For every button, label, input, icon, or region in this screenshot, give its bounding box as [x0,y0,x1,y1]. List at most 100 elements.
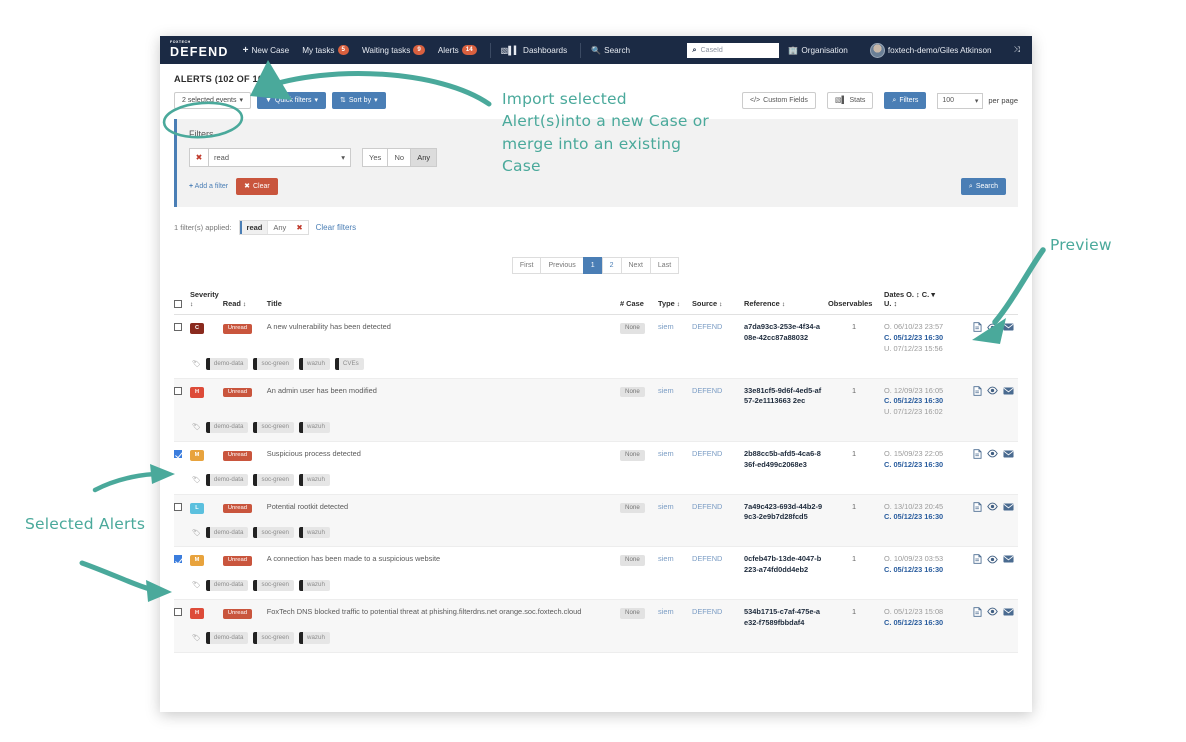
sort-by-button[interactable]: ⇅ Sort by ▾ [332,92,386,109]
row-actions[interactable] [968,378,1018,420]
table-row[interactable]: CUnreadA new vulnerability has been dete… [174,315,1018,357]
row-title[interactable]: Suspicious process detected [267,441,620,472]
table-row[interactable]: MUnreadSuspicious process detectedNonesi… [174,441,1018,472]
th-dates[interactable]: Dates O. ↕ C. ▾ U. ↕ [884,290,968,315]
th-read[interactable]: Read ↕ [223,290,267,315]
th-source[interactable]: Source ↕ [692,290,744,315]
row-title[interactable]: An admin user has been modified [267,378,620,420]
custom-fields-button[interactable]: </> Custom Fields [742,92,816,109]
row-title[interactable]: A connection has been made to a suspicio… [267,547,620,578]
row-actions[interactable] [968,315,1018,357]
row-select-cell[interactable] [174,547,190,578]
th-type[interactable]: Type ↕ [658,290,692,315]
table-row[interactable]: HUnreadFoxTech DNS blocked traffic to po… [174,599,1018,630]
row-select-cell[interactable] [174,378,190,420]
stats-button[interactable]: ▧▌ Stats [827,92,874,109]
select-all-checkbox[interactable] [174,300,182,308]
tag[interactable]: demo-data [206,358,249,369]
row-select-cell[interactable] [174,599,190,630]
selected-events-dropdown[interactable]: 2 selected events ▾ [174,92,251,109]
tag[interactable]: wazuh [299,632,330,643]
remove-applied-filter-icon[interactable]: ✖ [291,221,307,234]
filters-button[interactable]: ⌕ Filters [884,92,926,109]
tag[interactable]: soc-green [253,358,294,369]
row-actions[interactable] [968,547,1018,578]
filter-field-select[interactable]: read ▾ [209,148,351,167]
clear-filters-link[interactable]: Clear filters [316,223,356,232]
row-source[interactable]: DEFEND [692,547,744,578]
row-type[interactable]: siem [658,599,692,630]
table-row[interactable]: MUnreadA connection has been made to a s… [174,547,1018,578]
filter-option-any[interactable]: Any [410,148,437,167]
row-checkbox[interactable] [174,450,182,458]
nav-user-menu[interactable]: foxtech-demo/Giles Atkinson [870,43,992,58]
tag[interactable]: wazuh [299,474,330,485]
brand-logo[interactable]: FOXTECH DEFEND [168,41,229,58]
row-source[interactable]: DEFEND [692,599,744,630]
nav-search[interactable]: 🔍 Search [591,46,630,55]
add-filter-button[interactable]: + Add a filter [189,183,228,190]
tag[interactable]: soc-green [253,422,294,433]
row-type[interactable]: siem [658,315,692,357]
clear-button[interactable]: ✖ Clear [236,178,278,195]
per-page-select[interactable]: 100 ▾ [937,93,983,109]
row-checkbox[interactable] [174,555,182,563]
row-type[interactable]: siem [658,494,692,525]
row-checkbox[interactable] [174,387,182,395]
row-actions[interactable] [968,599,1018,630]
nav-new-case[interactable]: + New Case [243,45,290,56]
filter-option-yes[interactable]: Yes [362,148,388,167]
row-actions[interactable] [968,494,1018,525]
th-severity[interactable]: Severity ↕ [190,290,223,315]
row-title[interactable]: A new vulnerability has been detected [267,315,620,357]
row-type[interactable]: siem [658,378,692,420]
row-select-cell[interactable] [174,494,190,525]
row-source[interactable]: DEFEND [692,441,744,472]
switch-organisation-icon[interactable]: ⤨ [1014,45,1020,55]
table-row[interactable]: LUnreadPotential rootkit detectedNonesie… [174,494,1018,525]
row-title[interactable]: Potential rootkit detected [267,494,620,525]
nav-my-tasks[interactable]: My tasks 5 [302,45,349,54]
row-select-cell[interactable] [174,441,190,472]
remove-filter-button[interactable]: ✖ [189,148,209,167]
nav-dashboards[interactable]: ▧▌▍ Dashboards [501,46,568,55]
row-select-cell[interactable] [174,315,190,357]
nav-alerts[interactable]: Alerts 14 [438,45,477,54]
tag[interactable]: wazuh [299,422,330,433]
th-select-all[interactable] [174,290,190,315]
pagination-last[interactable]: Last [650,257,679,274]
pagination-first[interactable]: First [512,257,542,274]
row-checkbox[interactable] [174,608,182,616]
pagination-previous[interactable]: Previous [540,257,583,274]
pagination-page-1[interactable]: 1 [583,257,603,274]
tag[interactable]: wazuh [299,527,330,538]
tag[interactable]: soc-green [253,527,294,538]
pagination-next[interactable]: Next [621,257,651,274]
tag[interactable]: demo-data [206,527,249,538]
tag[interactable]: CVEs [335,358,364,369]
tag[interactable]: soc-green [253,632,294,643]
row-source[interactable]: DEFEND [692,378,744,420]
row-source[interactable]: DEFEND [692,315,744,357]
search-button[interactable]: ⌕ Search [961,178,1006,195]
table-row[interactable]: HUnreadAn admin user has been modifiedNo… [174,378,1018,420]
row-source[interactable]: DEFEND [692,494,744,525]
tag[interactable]: wazuh [299,358,330,369]
row-type[interactable]: siem [658,547,692,578]
row-checkbox[interactable] [174,503,182,511]
th-reference[interactable]: Reference ↕ [744,290,828,315]
row-title[interactable]: FoxTech DNS blocked traffic to potential… [267,599,620,630]
row-actions[interactable] [968,441,1018,472]
tag[interactable]: soc-green [253,474,294,485]
tag[interactable]: demo-data [206,632,249,643]
row-checkbox[interactable] [174,323,182,331]
filter-option-no[interactable]: No [387,148,411,167]
tag[interactable]: soc-green [253,580,294,591]
nav-waiting-tasks[interactable]: Waiting tasks 9 [362,45,425,54]
tag[interactable]: demo-data [206,580,249,591]
tag[interactable]: demo-data [206,474,249,485]
row-type[interactable]: siem [658,441,692,472]
tag[interactable]: demo-data [206,422,249,433]
nav-organisation[interactable]: 🏢 Organisation [788,46,847,55]
caseid-search-input[interactable]: ⌕ CaseId [687,43,779,58]
